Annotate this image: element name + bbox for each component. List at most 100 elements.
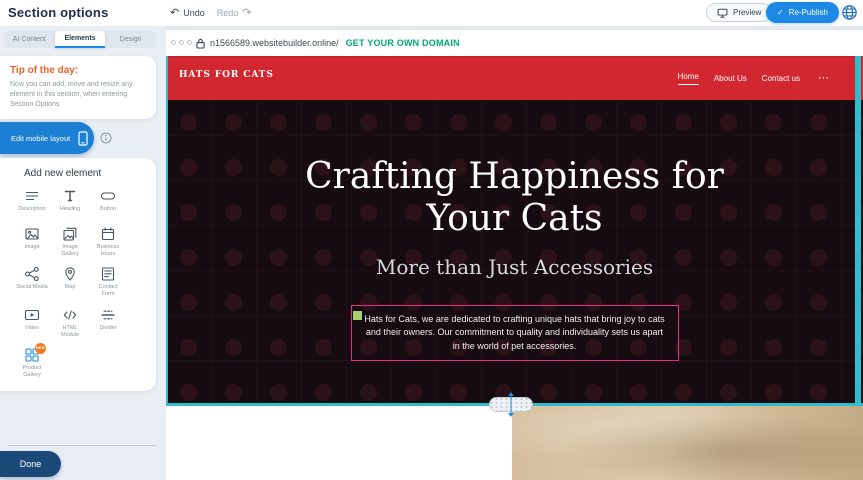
element-label: Social Media [16,284,48,291]
element-item-product-gallery[interactable]: NEW Product Gallery [13,347,51,379]
element-item-contact-form[interactable]: Contact Form [89,266,127,298]
element-label: HTML Module [54,325,86,339]
get-domain-link[interactable]: GET YOUR OWN DOMAIN [346,38,460,48]
history-controls: ↶ Undo Redo ↷ [170,0,251,26]
business-hours-icon [100,226,116,242]
element-label: Divider [92,325,124,332]
info-icon [100,132,112,144]
nav-home[interactable]: Home [678,72,699,85]
element-item-button[interactable]: Button [89,188,127,218]
site-logo[interactable]: HATS FOR CATS [179,70,274,80]
redo-label: Redo [217,8,239,18]
check-icon: ✓ [777,8,784,17]
tip-title: Tip of the day: [10,65,146,76]
element-label: Map [54,284,86,291]
nav-more-icon[interactable]: ⋯ [818,73,829,84]
sidebar-divider [8,445,156,446]
next-section-image [512,406,863,480]
redo-button[interactable]: Redo ↷ [217,8,252,19]
language-globe-button[interactable] [841,4,858,21]
tip-card: Tip of the day: Now you can add, move an… [0,56,156,119]
sidebar: AI Content Elements Design Tip of the da… [0,26,166,480]
element-item-social-media[interactable]: Social Media [13,266,51,298]
tab-ai-content[interactable]: AI Content [4,31,55,48]
element-label: Heading [54,206,86,213]
element-label: Description [16,206,48,213]
section-selection-border-left [166,56,168,406]
window-control-dots [171,40,192,45]
social-media-icon [24,266,40,282]
nav-contact-us[interactable]: Contact us [762,74,800,83]
globe-icon [841,4,858,21]
element-label: Product Gallery [16,365,48,379]
video-icon [24,307,40,323]
section-selection-border-right [855,56,861,406]
site-url: n1566589.websitebuilder.online/ [210,38,339,48]
edit-mobile-layout-button[interactable]: Edit mobile layout [0,122,94,154]
paragraph-drag-handle[interactable] [353,311,362,320]
hero-paragraph-box[interactable]: Hats for Cats, we are dedicated to craft… [351,305,679,362]
republish-label: Re-Publish [789,8,828,17]
window-dot-icon [179,40,184,45]
contact-form-icon [100,266,116,282]
phone-icon [78,131,88,146]
edit-mobile-label: Edit mobile layout [11,134,70,143]
page-title: Section options [8,5,109,20]
new-badge: NEW [35,343,46,354]
site-nav: Home About Us Contact us ⋯ [678,56,830,100]
lock-icon [196,38,205,49]
preview-button[interactable]: Preview [706,3,772,22]
element-item-html-module[interactable]: HTML Module [51,307,89,339]
element-item-image-gallery[interactable]: Image Gallery [51,226,89,258]
undo-label: Undo [183,8,205,18]
top-bar: Section options ↶ Undo Redo ↷ Preview ✓ … [0,0,863,26]
element-label: Contact Form [92,284,124,298]
element-item-image[interactable]: Image [13,226,51,258]
undo-icon: ↶ [170,8,179,19]
add-element-title: Add new element [0,168,156,179]
element-item-map[interactable]: Map [51,266,89,298]
browser-chrome: n1566589.websitebuilder.online/ GET YOUR… [166,30,863,56]
element-grid: Description Heading Button Image Image G… [0,188,156,379]
undo-button[interactable]: ↶ Undo [170,8,205,19]
tip-body: Now you can add, move and resize any ele… [10,80,146,110]
nav-about-us[interactable]: About Us [714,74,747,83]
element-label: Video [16,325,48,332]
button-icon [100,188,116,204]
tab-elements[interactable]: Elements [55,31,106,48]
hero-section[interactable]: Crafting Happiness for Your Cats More th… [166,100,863,406]
site-preview: HATS FOR CATS Home About Us Contact us ⋯… [166,56,863,406]
preview-label: Preview [733,8,761,17]
window-dot-icon [171,40,176,45]
hero-subheading[interactable]: More than Just Accessories [166,255,863,279]
done-button[interactable]: Done [0,451,61,477]
element-label: Button [92,206,124,213]
element-item-heading[interactable]: Heading [51,188,89,218]
map-icon [62,266,78,282]
hero-heading[interactable]: Crafting Happiness for Your Cats [300,156,730,241]
app-window: Section options ↶ Undo Redo ↷ Preview ✓ … [0,0,863,480]
element-label: Image [16,244,48,251]
element-item-business-hours[interactable]: Business Hours [89,226,127,258]
tab-design[interactable]: Design [105,31,156,48]
section-resize-handle[interactable] [489,397,533,412]
address-bar: n1566589.websitebuilder.online/ GET YOUR… [210,30,460,56]
description-icon [24,188,40,204]
resize-arrows-icon [507,391,516,418]
site-header: HATS FOR CATS Home About Us Contact us ⋯ [166,56,863,100]
element-label: Business Hours [92,244,124,258]
window-dot-icon [187,40,192,45]
html-module-icon [62,307,78,323]
republish-button[interactable]: ✓ Re-Publish [766,2,839,23]
add-element-panel: Add new element Description Heading Butt… [0,158,156,391]
info-button[interactable] [100,132,112,144]
heading-icon [62,188,78,204]
divider-icon [100,307,116,323]
sidebar-tabs: AI Content Elements Design [4,31,156,48]
element-item-description[interactable]: Description [13,188,51,218]
element-item-video[interactable]: Video [13,307,51,339]
image-icon [24,226,40,242]
monitor-icon [717,8,728,18]
redo-icon: ↷ [242,8,251,19]
element-item-divider[interactable]: Divider [89,307,127,339]
